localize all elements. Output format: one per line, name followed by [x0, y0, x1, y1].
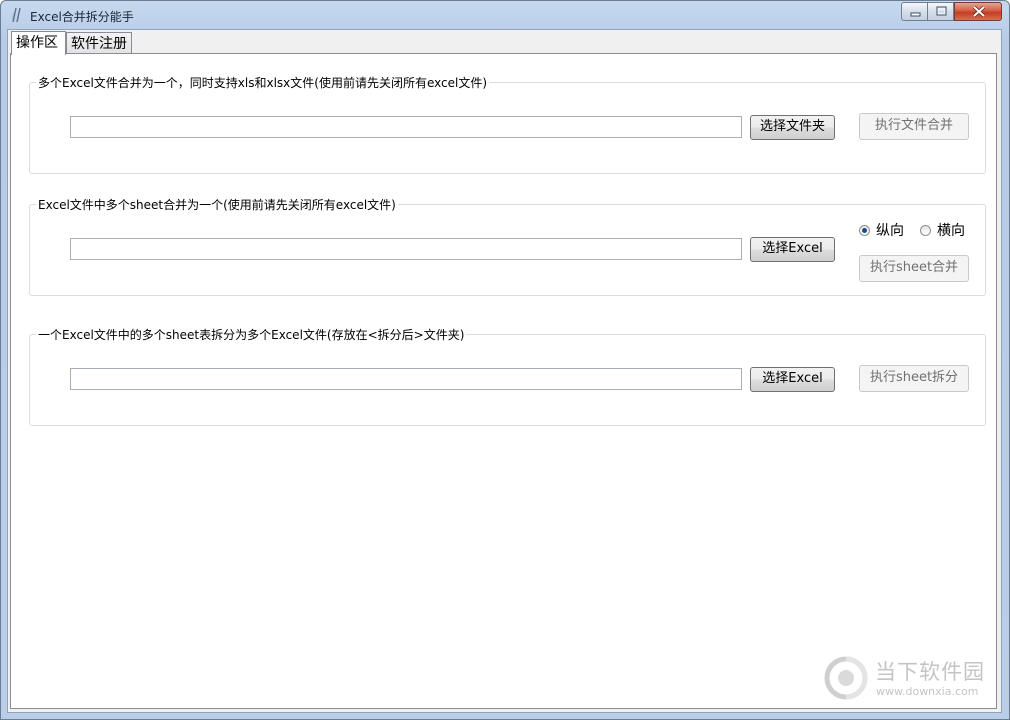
watermark-logo-icon [824, 656, 868, 700]
app-window: Excel合并拆分能手 操作区 软件注册 多个Excel文件合并为一个，同时支持… [0, 0, 1010, 720]
close-icon [972, 5, 986, 18]
minimize-icon [910, 12, 921, 17]
tab-operations[interactable]: 操作区 [11, 31, 66, 55]
radio-vertical[interactable]: 纵向 [859, 220, 904, 240]
split-sheets-group: 一个Excel文件中的多个sheet表拆分为多个Excel文件(存放在<拆分后>… [29, 326, 986, 426]
run-file-merge-button[interactable]: 执行文件合并 [859, 113, 969, 140]
window-title: Excel合并拆分能手 [30, 10, 134, 24]
run-sheet-merge-button[interactable]: 执行sheet合并 [859, 255, 969, 282]
watermark: 当下软件园 www.downxia.com [823, 655, 993, 701]
run-sheet-split-button[interactable]: 执行sheet拆分 [859, 365, 969, 392]
split-sheets-path-input[interactable] [70, 368, 742, 390]
merge-sheets-path-input[interactable] [70, 238, 742, 260]
radio-horizontal[interactable]: 横向 [920, 220, 965, 240]
merge-files-title: 多个Excel文件合并为一个，同时支持xls和xlsx文件(使用前请先关闭所有e… [36, 74, 490, 91]
merge-sheets-group: Excel文件中多个sheet合并为一个(使用前请先关闭所有excel文件) 选… [29, 196, 986, 296]
operations-panel: 多个Excel文件合并为一个，同时支持xls和xlsx文件(使用前请先关闭所有e… [10, 53, 997, 709]
merge-folder-path-input[interactable] [70, 116, 742, 138]
watermark-url: www.downxia.com [876, 685, 979, 698]
radio-vertical-label: 纵向 [876, 223, 904, 239]
merge-sheets-title: Excel文件中多个sheet合并为一个(使用前请先关闭所有excel文件) [36, 196, 398, 213]
select-folder-button[interactable]: 选择文件夹 [750, 115, 835, 140]
select-excel-merge-button[interactable]: 选择Excel [750, 237, 835, 262]
close-button[interactable] [954, 2, 1002, 21]
radio-selected-icon [859, 224, 870, 236]
maximize-button[interactable] [927, 2, 954, 21]
split-sheets-title: 一个Excel文件中的多个sheet表拆分为多个Excel文件(存放在<拆分后>… [36, 326, 467, 343]
select-excel-split-button[interactable]: 选择Excel [750, 367, 835, 392]
minimize-button[interactable] [901, 2, 928, 21]
app-icon [11, 7, 21, 23]
merge-files-group: 多个Excel文件合并为一个，同时支持xls和xlsx文件(使用前请先关闭所有e… [29, 74, 986, 174]
radio-unselected-icon [920, 224, 931, 236]
radio-horizontal-label: 横向 [937, 223, 965, 239]
client-area: 操作区 软件注册 多个Excel文件合并为一个，同时支持xls和xlsx文件(使… [7, 29, 1002, 713]
title-bar[interactable]: Excel合并拆分能手 [1, 1, 1009, 29]
maximize-icon [936, 6, 947, 16]
watermark-name: 当下软件园 [875, 660, 985, 684]
tab-registration[interactable]: 软件注册 [66, 32, 132, 53]
